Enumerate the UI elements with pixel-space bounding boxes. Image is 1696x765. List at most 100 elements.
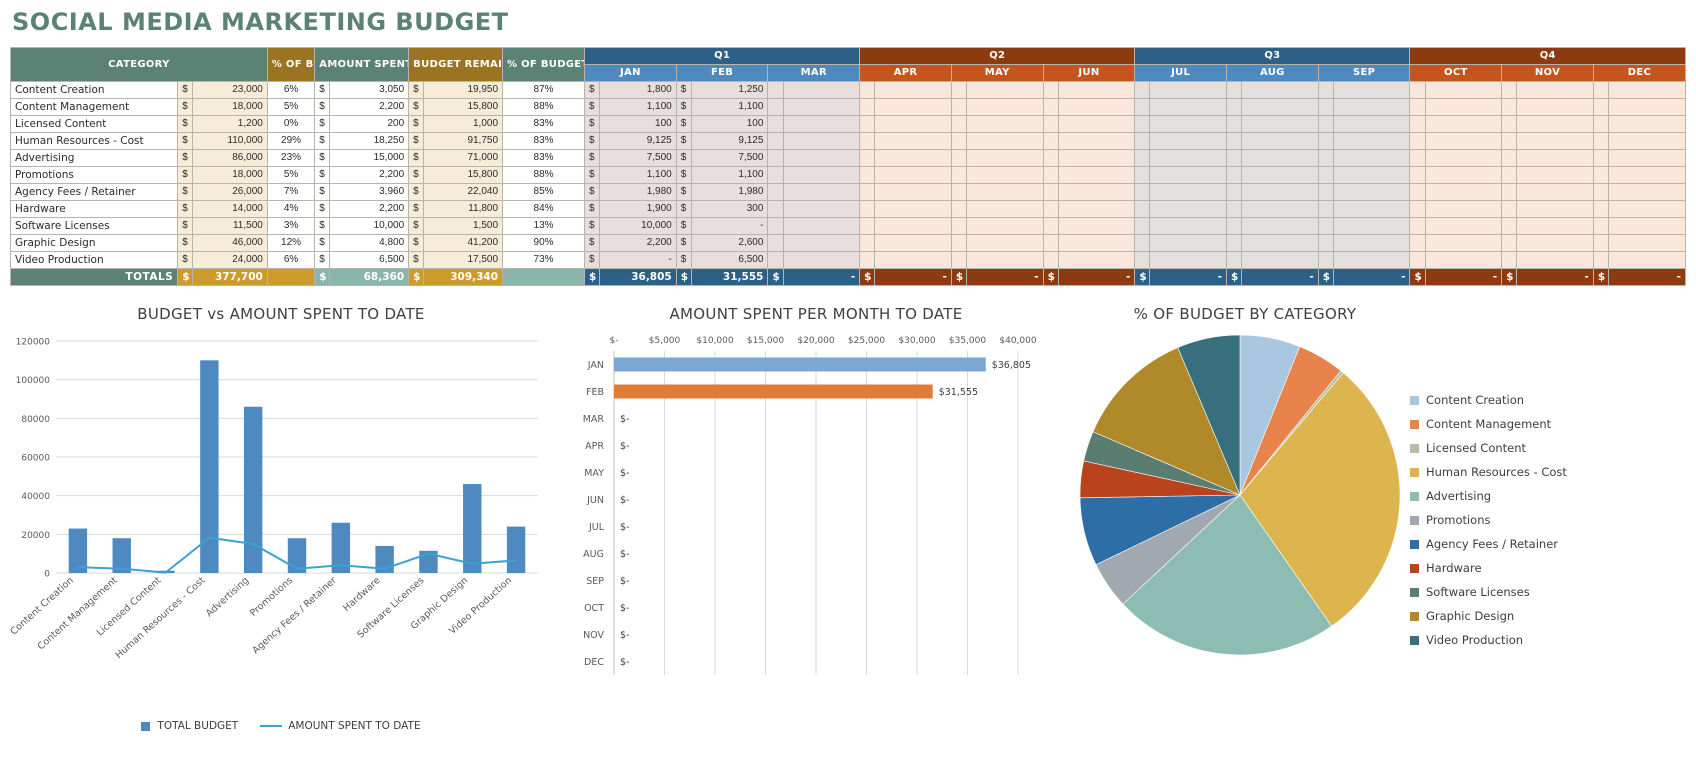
cell-pct-remaining[interactable]: 73% <box>502 251 586 269</box>
cell-month-value[interactable] <box>1149 98 1228 116</box>
cell-pct-remaining[interactable]: 13% <box>502 217 586 235</box>
cell-pct-of-budget[interactable]: 3% <box>266 217 316 235</box>
cell-month-value[interactable]: 7,500 <box>690 149 769 167</box>
pie-legend-item[interactable]: Video Production <box>1410 633 1567 647</box>
cell-category[interactable]: Content Creation <box>9 81 179 99</box>
cell-month-value[interactable] <box>1241 149 1319 167</box>
table-row[interactable]: Graphic Design $46,000 12% $4,800 $41,200 90%… <box>9 234 1687 252</box>
cell-month-value[interactable] <box>874 251 952 269</box>
cell-month-value[interactable] <box>1332 132 1411 150</box>
cell-month-value[interactable]: 1,800 <box>599 81 677 99</box>
cell-month-value[interactable] <box>1516 132 1594 150</box>
cell-month-value[interactable] <box>1516 149 1594 167</box>
cell-month-value[interactable] <box>1516 234 1594 252</box>
cell-month-value[interactable] <box>1149 234 1228 252</box>
pie-legend-item[interactable]: Hardware <box>1410 561 1567 575</box>
cell-month-value[interactable] <box>965 115 1044 133</box>
cell-month-value[interactable] <box>1607 183 1687 201</box>
cell-total-budget[interactable]: 46,000 <box>192 234 268 252</box>
cell-month-value[interactable] <box>782 234 861 252</box>
chart2-bar[interactable] <box>614 357 986 372</box>
cell-month-value[interactable] <box>1607 217 1687 235</box>
cell-budget-remaining[interactable]: 15,800 <box>423 166 504 184</box>
cell-month-value[interactable]: 1,980 <box>690 183 769 201</box>
cell-pct-of-budget[interactable]: 7% <box>266 183 316 201</box>
cell-budget-remaining[interactable]: 15,800 <box>423 98 504 116</box>
cell-month-value[interactable] <box>1516 115 1594 133</box>
cell-category[interactable]: Promotions <box>9 166 179 184</box>
cell-month-value[interactable] <box>1057 251 1136 269</box>
cell-month-value[interactable] <box>965 149 1044 167</box>
cell-total-budget[interactable]: 24,000 <box>192 251 268 269</box>
cell-month-value[interactable] <box>1057 132 1136 150</box>
cell-total-budget[interactable]: 14,000 <box>192 200 268 218</box>
cell-month-value[interactable] <box>1149 81 1228 99</box>
cell-month-value[interactable] <box>1607 132 1687 150</box>
pie-legend-item[interactable]: Graphic Design <box>1410 609 1567 623</box>
cell-month-value[interactable] <box>1516 81 1594 99</box>
cell-month-value[interactable] <box>1332 115 1411 133</box>
cell-pct-remaining[interactable]: 85% <box>502 183 586 201</box>
cell-month-value[interactable] <box>1607 81 1687 99</box>
cell-month-value[interactable] <box>874 183 952 201</box>
cell-month-value[interactable] <box>782 81 861 99</box>
cell-pct-of-budget[interactable]: 12% <box>266 234 316 252</box>
cell-month-value[interactable] <box>782 251 861 269</box>
cell-pct-of-budget[interactable]: 6% <box>266 81 316 99</box>
cell-month-value[interactable] <box>1332 166 1411 184</box>
cell-month-value[interactable] <box>874 166 952 184</box>
cell-pct-of-budget[interactable]: 5% <box>266 166 316 184</box>
cell-category[interactable]: Hardware <box>9 200 179 218</box>
cell-month-value[interactable] <box>965 200 1044 218</box>
cell-pct-of-budget[interactable]: 0% <box>266 115 316 133</box>
cell-month-value[interactable] <box>1424 132 1503 150</box>
cell-category[interactable]: Content Management <box>9 98 179 116</box>
cell-month-value[interactable] <box>874 217 952 235</box>
cell-month-value[interactable] <box>1241 217 1319 235</box>
cell-month-value[interactable] <box>1241 183 1319 201</box>
cell-total-budget[interactable]: 1,200 <box>192 115 268 133</box>
cell-month-value[interactable]: 2,200 <box>599 234 677 252</box>
cell-month-value[interactable] <box>1516 98 1594 116</box>
cell-pct-of-budget[interactable]: 5% <box>266 98 316 116</box>
cell-month-value[interactable] <box>1607 166 1687 184</box>
cell-month-value[interactable]: 1,100 <box>599 98 677 116</box>
cell-budget-remaining[interactable]: 91,750 <box>423 132 504 150</box>
cell-month-value[interactable] <box>874 234 952 252</box>
cell-month-value[interactable] <box>782 98 861 116</box>
cell-month-value[interactable] <box>1149 217 1228 235</box>
cell-month-value[interactable] <box>1241 132 1319 150</box>
cell-total-budget[interactable]: 26,000 <box>192 183 268 201</box>
cell-month-value[interactable]: 1,100 <box>690 166 769 184</box>
cell-month-value[interactable] <box>965 251 1044 269</box>
chart1-legend-item[interactable]: TOTAL BUDGET <box>141 720 238 732</box>
cell-month-value[interactable] <box>965 132 1044 150</box>
cell-total-budget[interactable]: 23,000 <box>192 81 268 99</box>
table-row[interactable]: Human Resources - Cost $110,000 29% $18,250… <box>9 132 1687 150</box>
cell-month-value[interactable] <box>1332 149 1411 167</box>
cell-month-value[interactable] <box>1516 251 1594 269</box>
cell-total-budget[interactable]: 18,000 <box>192 98 268 116</box>
cell-month-value[interactable] <box>874 149 952 167</box>
cell-month-value[interactable] <box>1424 166 1503 184</box>
cell-amount-spent[interactable]: 18,250 <box>329 132 410 150</box>
cell-month-value[interactable]: 1,100 <box>690 98 769 116</box>
cell-month-value[interactable] <box>1607 200 1687 218</box>
cell-month-value[interactable] <box>782 200 861 218</box>
cell-month-value[interactable]: 100 <box>690 115 769 133</box>
cell-month-value[interactable] <box>1057 234 1136 252</box>
cell-month-value[interactable] <box>1516 217 1594 235</box>
cell-category[interactable]: Advertising <box>9 149 179 167</box>
cell-month-value[interactable] <box>782 132 861 150</box>
cell-budget-remaining[interactable]: 1,000 <box>423 115 504 133</box>
cell-amount-spent[interactable]: 4,800 <box>329 234 410 252</box>
cell-month-value[interactable] <box>1057 183 1136 201</box>
cell-budget-remaining[interactable]: 19,950 <box>423 81 504 99</box>
cell-category[interactable]: Human Resources - Cost <box>9 132 179 150</box>
cell-month-value[interactable] <box>782 115 861 133</box>
cell-month-value[interactable] <box>1424 217 1503 235</box>
cell-month-value[interactable] <box>1057 166 1136 184</box>
cell-month-value[interactable] <box>965 98 1044 116</box>
cell-budget-remaining[interactable]: 22,040 <box>423 183 504 201</box>
cell-month-value[interactable] <box>874 98 952 116</box>
